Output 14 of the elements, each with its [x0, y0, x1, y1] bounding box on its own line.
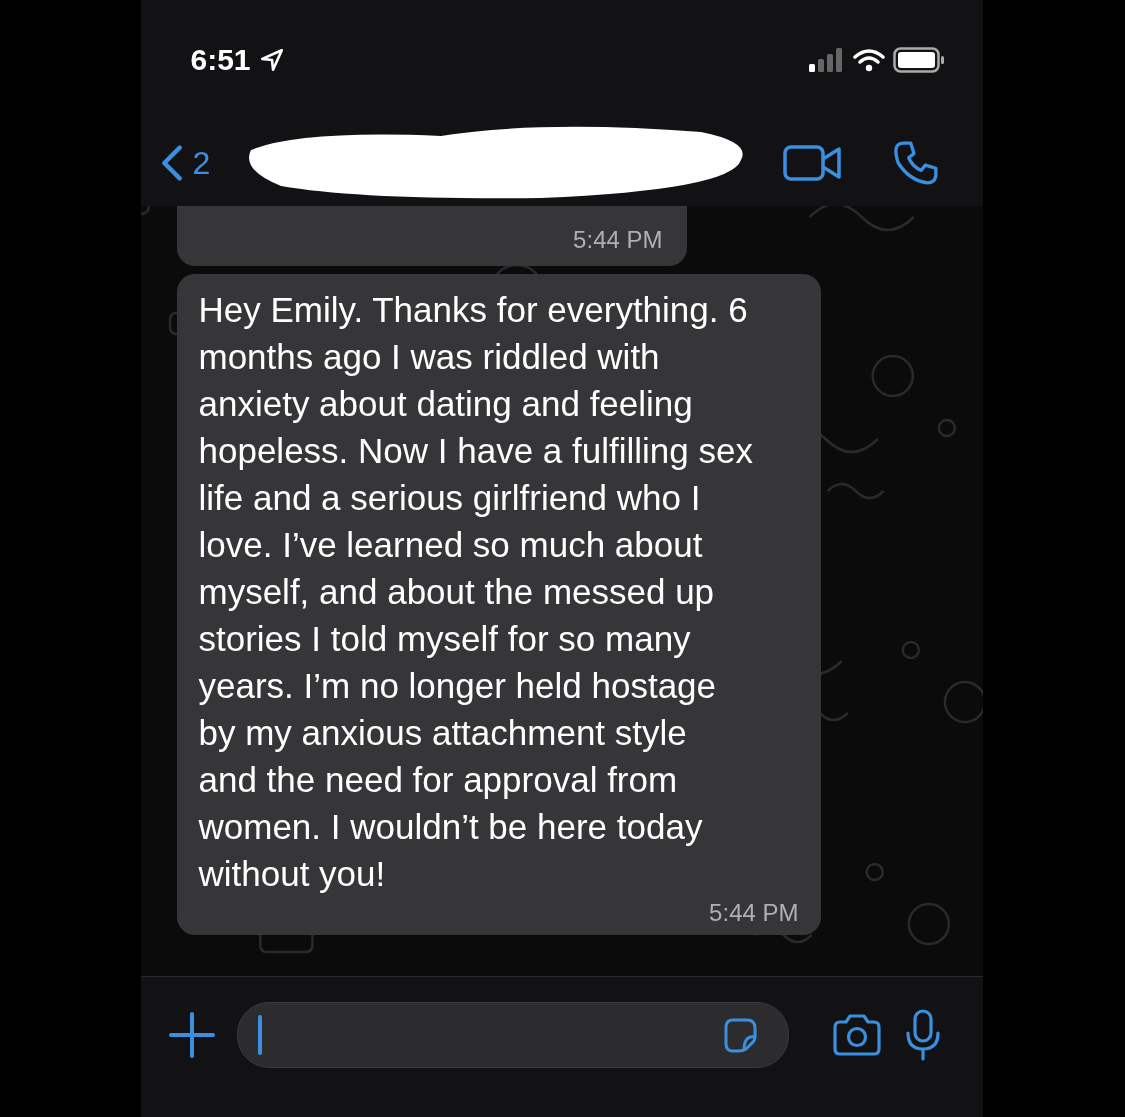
camera-icon[interactable] — [830, 1013, 883, 1057]
message-time: 5:44 PM — [709, 899, 799, 927]
back-chevron-icon[interactable] — [160, 144, 183, 182]
location-arrow-icon — [258, 47, 285, 73]
message-text: Hey Emily. Thanks for everything. 6 months ago I was riddled with anxiety about dating and feeling hopeless. Now I have a fulfilling sex life and a serious girlfriend who I love. I’ve learned so much about myself, and about the messed up stories I told myself for so many years. I’m no longer held hostage by my anxious attachment style and the need for approval from women. I wouldn’t be here today without you! — [198, 289, 753, 895]
message-time: 5:44 PM — [573, 226, 663, 254]
battery-icon — [892, 47, 945, 73]
status-time: 6:51 — [190, 43, 251, 77]
back-button[interactable]: 2 — [160, 144, 211, 182]
signal-icon — [808, 48, 845, 72]
plus-icon[interactable] — [166, 1010, 217, 1060]
wifi-icon — [852, 48, 885, 72]
video-call-icon[interactable] — [782, 143, 843, 183]
phone-icon[interactable] — [892, 140, 939, 186]
